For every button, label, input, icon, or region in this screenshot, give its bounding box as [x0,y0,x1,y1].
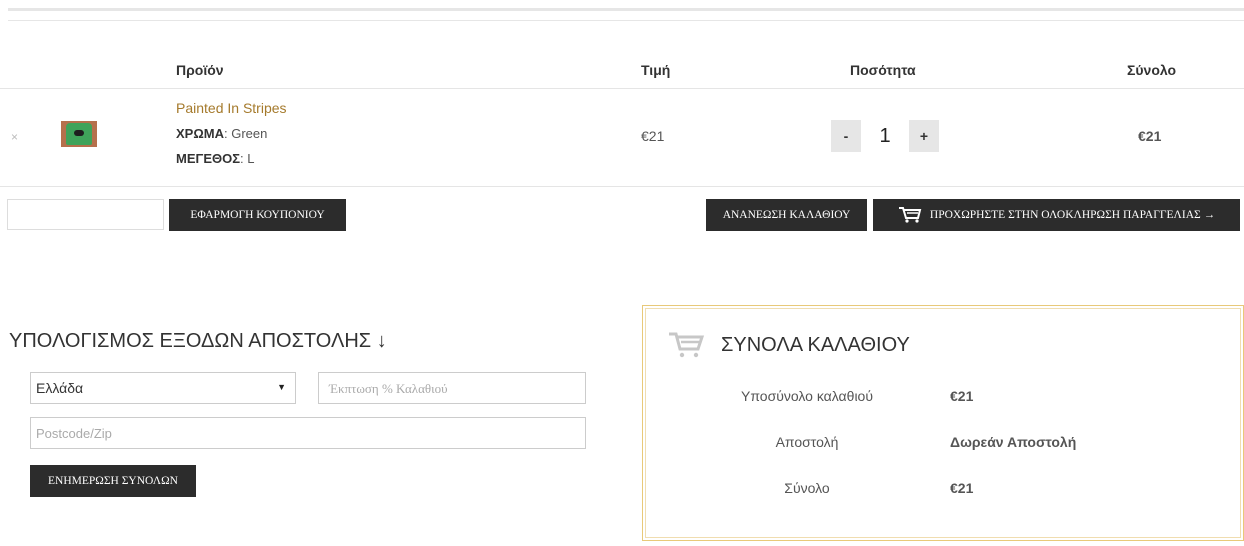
header-total: Σύνολο [1127,62,1177,78]
cart-icon [898,207,922,223]
item-price: €21 [641,128,665,144]
cart-item-row: × Painted In Stripes ΧΡΩΜΑ: Green ΜΕΓΕΘΟ… [0,88,1244,187]
top-divider [8,8,1244,11]
country-select[interactable]: Ελλάδα ▼ [30,372,296,404]
qty-input[interactable]: 1 [865,120,905,152]
postcode-placeholder: Postcode/Zip [36,426,112,441]
order-total-label: Σύνολο [784,480,830,496]
shipping-label: Αποστολή [775,434,839,450]
shipping-calculator-title[interactable]: ΥΠΟΛΟΓΙΣΜΟΣ ΕΞΟΔΩΝ ΑΠΟΣΤΟΛΗΣ ↓ [9,330,387,353]
item-total: €21 [1138,128,1162,144]
qty-plus-button[interactable]: + [909,120,939,152]
product-thumbnail[interactable] [61,121,97,147]
product-attr-color: ΧΡΩΜΑ: Green [176,126,268,141]
cart-totals-title: ΣΥΝΟΛΑ ΚΑΛΑΘΙΟΥ [721,334,910,356]
top-divider-thin [8,20,1244,21]
order-total-value: €21 [950,480,974,496]
checkout-button-label: ΠΡΟΧΩΡΗΣΤΕ ΣΤΗΝ ΟΛΟΚΛΗΡΩΣΗ ΠΑΡΑΓΓΕΛΙΑΣ → [929,209,1216,221]
subtotal-value: €21 [950,388,974,404]
product-attr-size: ΜΕΓΕΘΟΣ: L [176,151,255,166]
country-select-value: Ελλάδα [36,380,84,396]
cart-discount-placeholder: Έκπτωση % Καλαθιού [329,381,448,396]
cart-table-header: Προϊόν Τιμή Ποσότητα Σύνολο [0,60,1244,89]
cart-icon [669,332,705,358]
shipping-value: Δωρεάν Αποστολή [950,434,1077,450]
cart-discount-input[interactable]: Έκπτωση % Καλαθιού [318,372,586,404]
update-cart-button[interactable]: ΑΝΑΝΕΩΣΗ ΚΑΛΑΘΙΟΥ [706,199,867,231]
postcode-input[interactable]: Postcode/Zip [30,417,586,449]
product-name-link[interactable]: Painted In Stripes [176,100,287,116]
select-arrow-icon: ▼ [277,382,286,392]
remove-icon[interactable]: × [11,130,18,144]
qty-minus-button[interactable]: - [831,120,861,152]
header-quantity: Ποσότητα [850,62,916,78]
apply-coupon-button[interactable]: ΕΦΑΡΜΟΓΗ ΚΟΥΠΟΝΙΟΥ [169,199,346,231]
header-product: Προϊόν [176,62,224,78]
checkout-button[interactable]: ΠΡΟΧΩΡΗΣΤΕ ΣΤΗΝ ΟΛΟΚΛΗΡΩΣΗ ΠΑΡΑΓΓΕΛΙΑΣ → [873,199,1240,231]
quantity-stepper: - 1 + [831,120,939,152]
header-price: Τιμή [641,62,671,78]
coupon-input[interactable] [7,199,164,230]
subtotal-label: Υποσύνολο καλαθιού [740,388,873,404]
update-totals-button[interactable]: ΕΝΗΜΕΡΩΣΗ ΣΥΝΟΛΩΝ [30,465,196,497]
